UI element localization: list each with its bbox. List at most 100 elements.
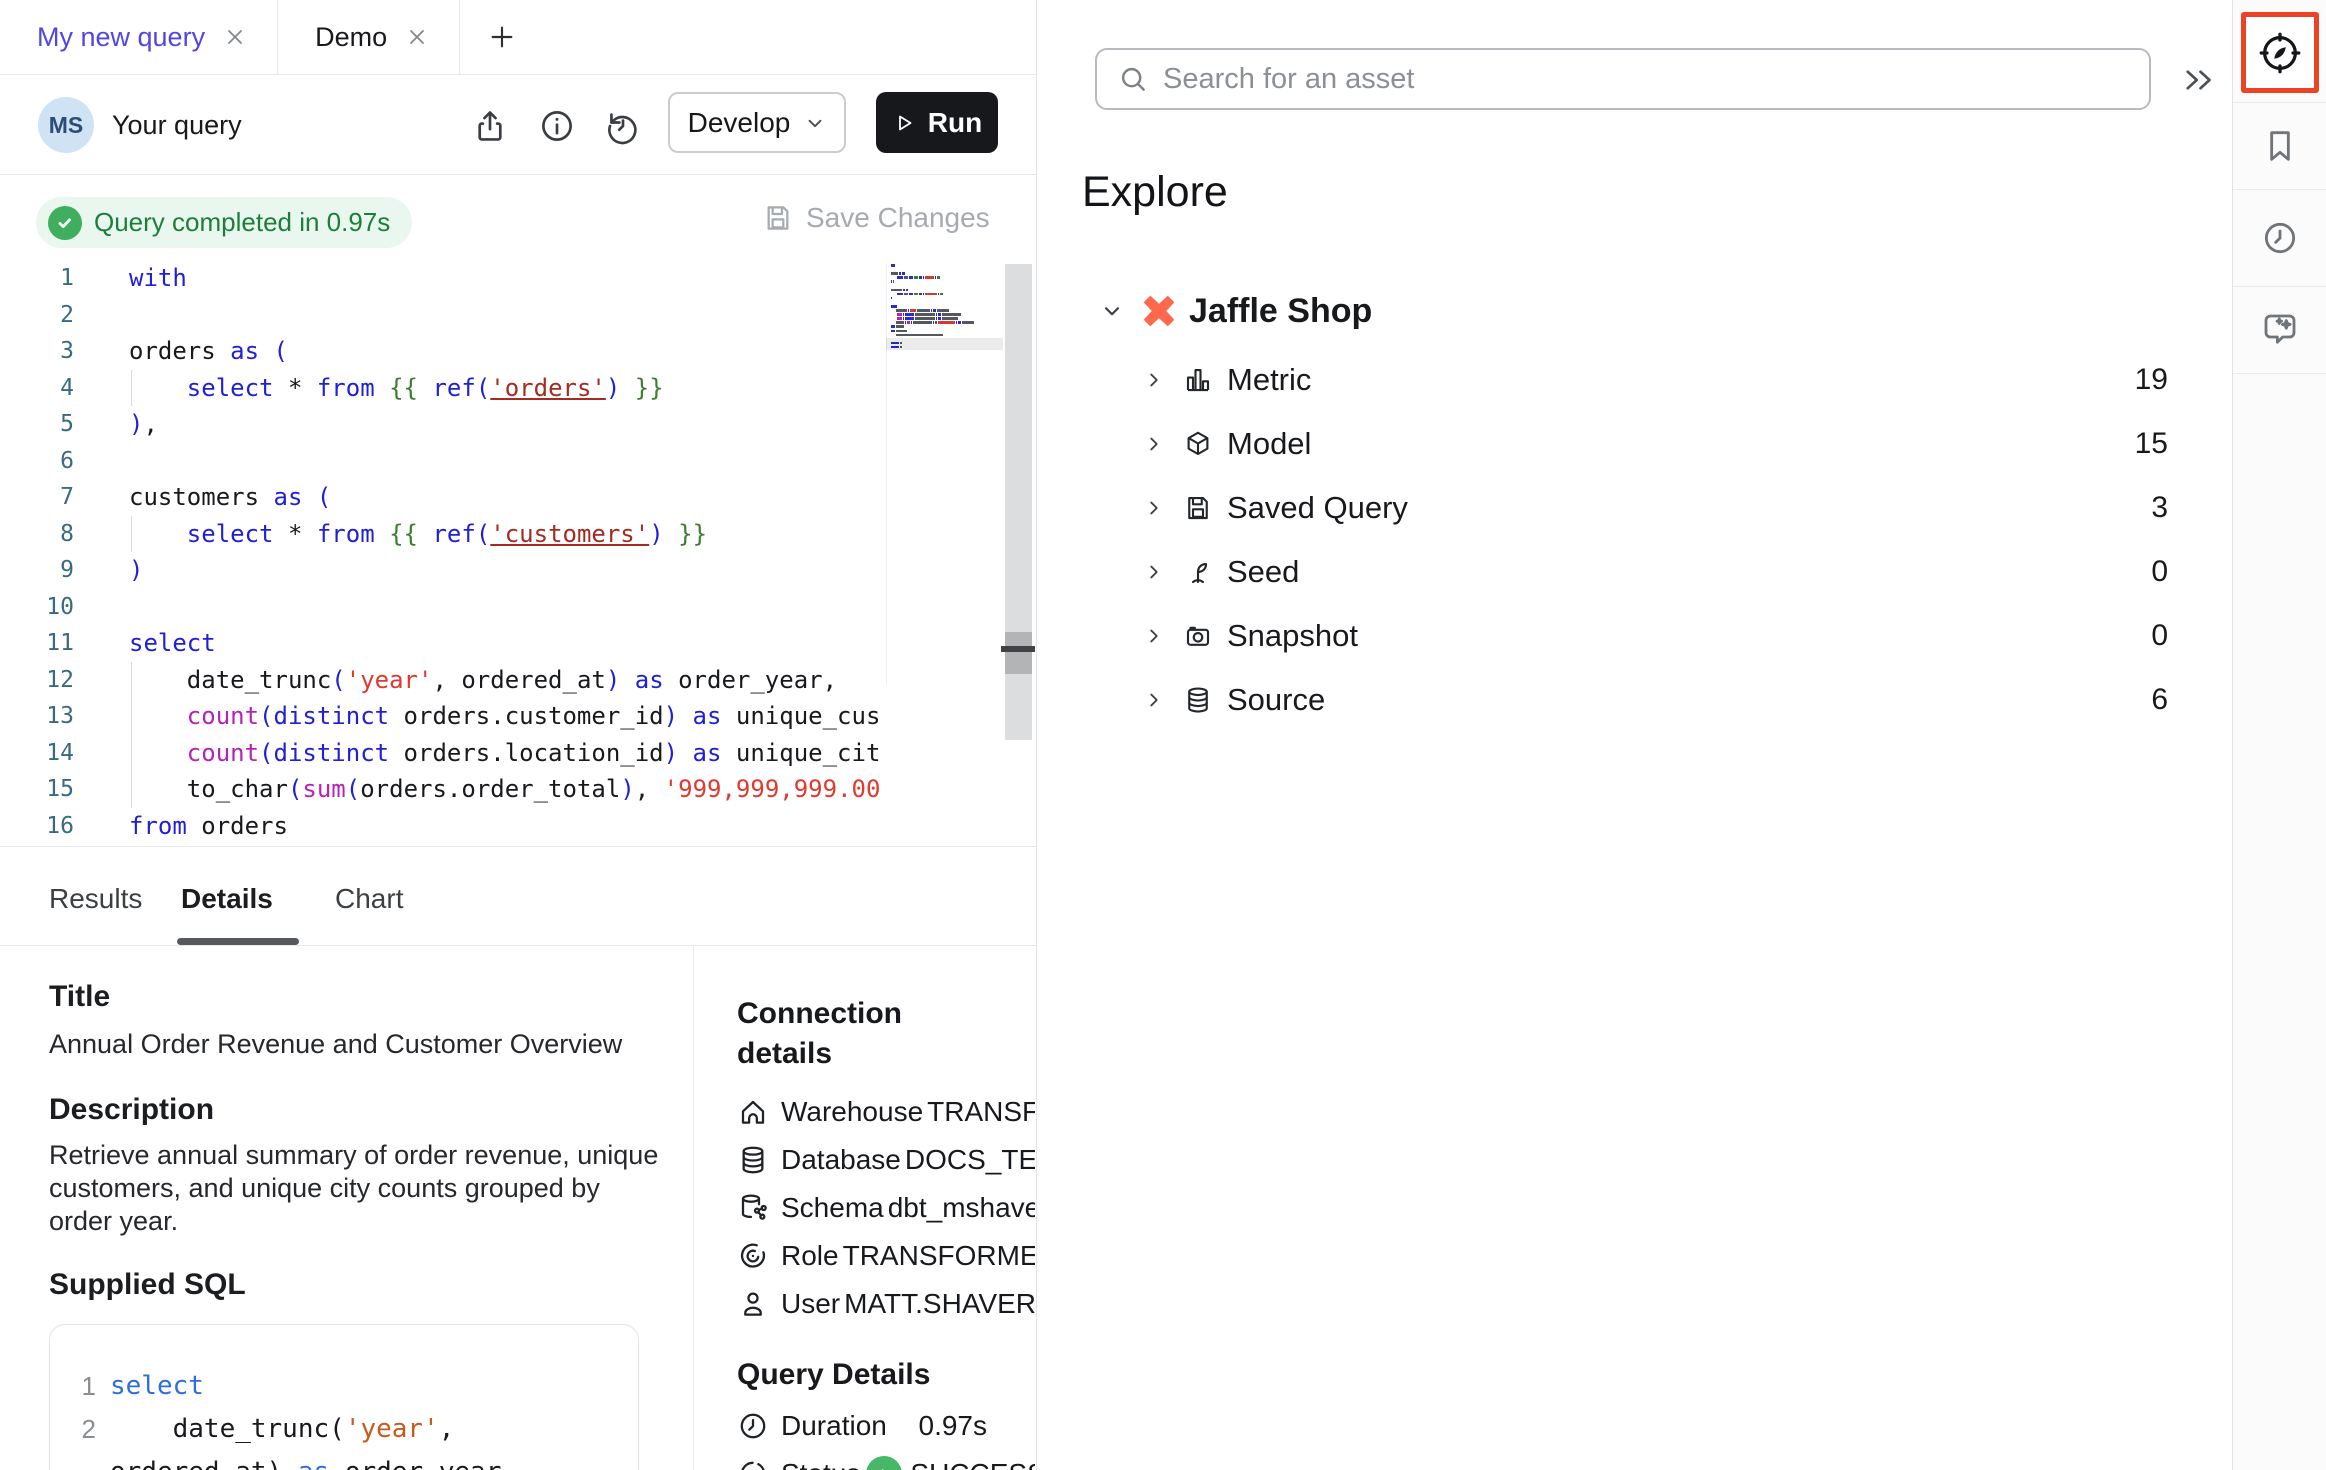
connection-row-warehouse: Warehouse TRANSFORMING bbox=[737, 1088, 1035, 1136]
seed-icon bbox=[1183, 557, 1213, 587]
editor-tabbar: My new query Demo bbox=[0, 0, 1036, 75]
duration-row: Duration 0.97s bbox=[737, 1402, 987, 1450]
description-value: Retrieve annual summary of order revenue… bbox=[49, 1139, 661, 1238]
chevron-right-icon[interactable] bbox=[1143, 497, 1165, 519]
model-icon bbox=[1183, 429, 1213, 459]
run-button[interactable]: Run bbox=[876, 92, 998, 153]
new-tab-button[interactable] bbox=[460, 0, 544, 74]
history-icon[interactable] bbox=[604, 107, 642, 145]
query-title: Your query bbox=[112, 110, 242, 141]
connection-row-database: Database DOCS_TEAM_ bbox=[737, 1136, 1035, 1184]
tree-project-jaffle-shop[interactable]: Jaffle Shop bbox=[1099, 280, 2168, 342]
tab-label: Demo bbox=[315, 22, 387, 53]
query-status-pill: Query completed in 0.97s bbox=[36, 197, 412, 248]
search-icon bbox=[1117, 63, 1149, 95]
connection-row-schema: Schema dbt_mshaver bbox=[737, 1184, 1035, 1232]
tree-item-metric[interactable]: Metric 19 bbox=[1099, 348, 2168, 412]
tab-label: My new query bbox=[37, 22, 205, 53]
status-spinner-icon bbox=[737, 1458, 769, 1470]
chat-sparkles-icon bbox=[2259, 309, 2301, 351]
title-heading: Title bbox=[49, 980, 664, 1014]
tab-demo[interactable]: Demo bbox=[278, 0, 460, 74]
connection-row-role: Role TRANSFORMER bbox=[737, 1232, 1035, 1280]
collapse-panel-icon[interactable] bbox=[2177, 62, 2221, 98]
warehouse-icon bbox=[737, 1096, 769, 1128]
chevron-down-icon[interactable] bbox=[1099, 298, 1125, 324]
tree-item-snapshot[interactable]: Snapshot 0 bbox=[1099, 604, 2168, 668]
query-header: MS Your query Develop Run bbox=[0, 75, 1036, 175]
asset-tree: Jaffle Shop Metric 19 Model 15 Saved Que… bbox=[1099, 280, 2168, 732]
tree-item-count: 15 bbox=[2135, 427, 2168, 461]
metric-icon bbox=[1183, 365, 1213, 395]
result-tabbar: Results Details Chart bbox=[0, 847, 1036, 946]
tab-results[interactable]: Results bbox=[49, 883, 142, 915]
chevron-right-icon[interactable] bbox=[1143, 689, 1165, 711]
rail-history-button[interactable] bbox=[2233, 190, 2326, 287]
connection-details-heading: Connection details bbox=[737, 994, 987, 1074]
query-status-text: Query completed in 0.97s bbox=[94, 207, 390, 238]
status-value: SUCCESSFUL bbox=[910, 1458, 1035, 1470]
save-changes-button[interactable]: Save Changes bbox=[762, 202, 990, 234]
supplied-sql-code: 1select2 date_trunc('year',ordered_at) a… bbox=[70, 1365, 628, 1470]
tab-chart[interactable]: Chart bbox=[335, 883, 403, 915]
saved-query-icon bbox=[1183, 493, 1213, 523]
source-icon bbox=[1183, 685, 1213, 715]
explore-panel: Explore Jaffle Shop Metric 19 Model 15 bbox=[1037, 0, 2232, 1470]
divider bbox=[693, 946, 694, 1470]
play-icon bbox=[892, 111, 916, 135]
tree-item-label: Snapshot bbox=[1227, 618, 1358, 654]
develop-label: Develop bbox=[688, 107, 791, 139]
editor-minimap-lines bbox=[891, 264, 1003, 348]
supplied-sql-box: 1select2 date_trunc('year',ordered_at) a… bbox=[49, 1324, 639, 1470]
tab-my-new-query[interactable]: My new query bbox=[0, 0, 278, 74]
query-details-heading: Query Details bbox=[737, 1358, 1035, 1392]
sql-editor[interactable]: 1with23orders as (4 select * from {{ ref… bbox=[0, 260, 881, 846]
chevron-right-icon[interactable] bbox=[1143, 433, 1165, 455]
editor-minimap[interactable] bbox=[886, 264, 1003, 684]
active-tab-underline bbox=[177, 938, 299, 945]
minimap-viewport-band bbox=[886, 338, 1003, 350]
run-label: Run bbox=[928, 107, 982, 139]
tree-item-label: Saved Query bbox=[1227, 490, 1408, 526]
tree-item-label: Model bbox=[1227, 426, 1311, 462]
close-icon[interactable] bbox=[405, 25, 429, 49]
active-tool-highlight bbox=[2241, 12, 2319, 93]
tab-details[interactable]: Details bbox=[181, 883, 273, 915]
editor-code: 1with23orders as (4 select * from {{ ref… bbox=[0, 260, 881, 844]
status-row: Status SUCCESSFUL bbox=[737, 1450, 987, 1470]
info-icon[interactable] bbox=[538, 107, 576, 145]
editor-scrollbar-thumb[interactable] bbox=[1005, 632, 1032, 674]
close-icon[interactable] bbox=[223, 25, 247, 49]
clock-icon bbox=[2260, 218, 2300, 258]
rail-ai-chat-button[interactable] bbox=[2233, 287, 2326, 374]
develop-dropdown[interactable]: Develop bbox=[668, 92, 846, 153]
tree-item-saved-query[interactable]: Saved Query 3 bbox=[1099, 476, 2168, 540]
pane-resize-handle[interactable] bbox=[1001, 646, 1035, 652]
snapshot-icon bbox=[1183, 621, 1213, 651]
chevron-right-icon[interactable] bbox=[1143, 561, 1165, 583]
tree-item-label: Seed bbox=[1227, 554, 1299, 590]
tree-item-count: 6 bbox=[2151, 683, 2168, 717]
rail-explore-button[interactable] bbox=[2233, 0, 2326, 103]
search-input[interactable] bbox=[1163, 63, 2149, 96]
chevron-right-icon[interactable] bbox=[1143, 369, 1165, 391]
check-circle-icon bbox=[48, 206, 82, 240]
tree-item-count: 19 bbox=[2135, 363, 2168, 397]
tree-item-source[interactable]: Source 6 bbox=[1099, 668, 2168, 732]
supplied-sql-heading: Supplied SQL bbox=[49, 1268, 664, 1302]
chevron-right-icon[interactable] bbox=[1143, 625, 1165, 647]
tree-item-count: 3 bbox=[2151, 491, 2168, 525]
rail-bookmarks-button[interactable] bbox=[2233, 103, 2326, 190]
description-heading: Description bbox=[49, 1093, 664, 1127]
app-window: My new query Demo MS Your query Develop bbox=[0, 0, 2326, 1470]
share-icon[interactable] bbox=[471, 107, 509, 145]
tree-item-label: Source bbox=[1227, 682, 1325, 718]
tree-item-seed[interactable]: Seed 0 bbox=[1099, 540, 2168, 604]
asset-search[interactable] bbox=[1095, 48, 2151, 110]
tree-item-count: 0 bbox=[2151, 619, 2168, 653]
clock-icon bbox=[737, 1410, 769, 1442]
explore-heading: Explore bbox=[1082, 168, 1228, 217]
user-icon bbox=[737, 1288, 769, 1320]
tree-item-count: 0 bbox=[2151, 555, 2168, 589]
tree-item-model[interactable]: Model 15 bbox=[1099, 412, 2168, 476]
